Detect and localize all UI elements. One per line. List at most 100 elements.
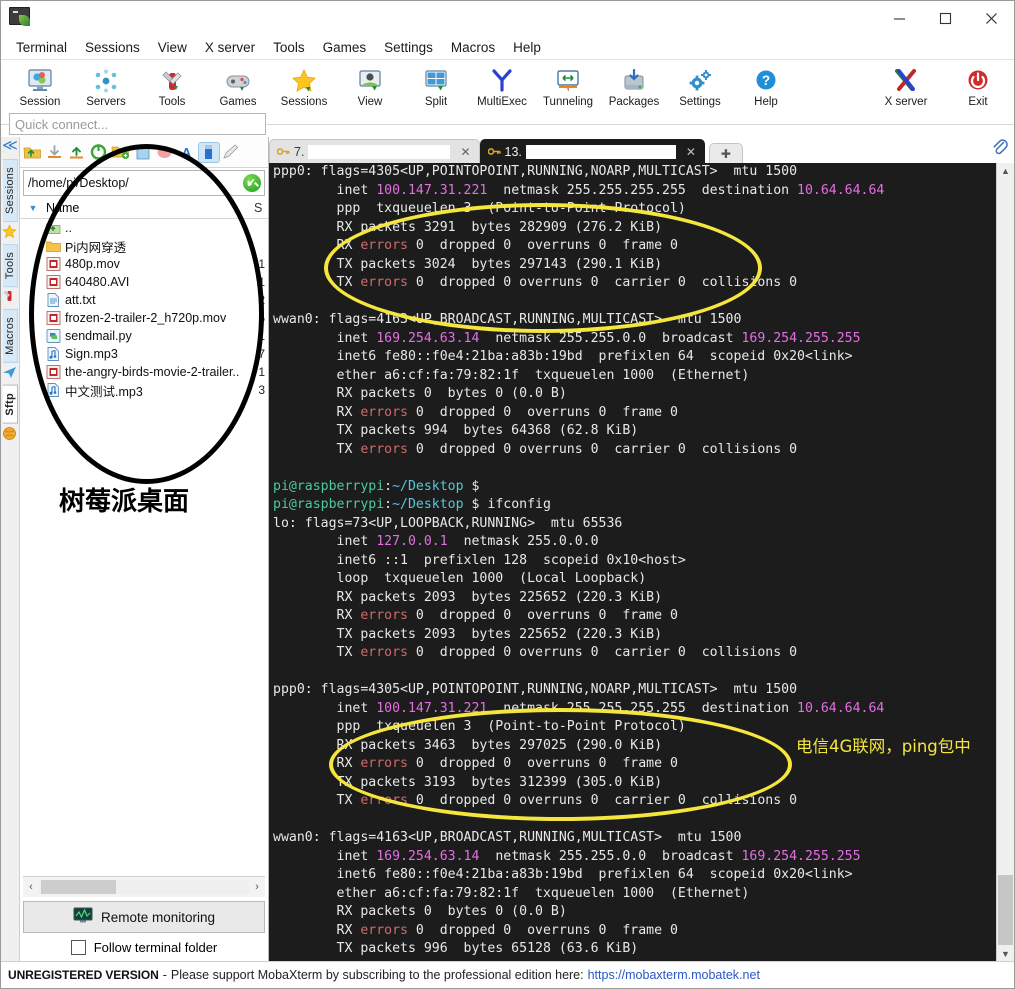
menu-settings[interactable]: Settings: [375, 38, 442, 57]
terminal-line: RX packets 0 bytes 0 (0.0 B): [273, 903, 994, 922]
column-size[interactable]: S: [254, 201, 268, 215]
menu-macros[interactable]: Macros: [442, 38, 504, 57]
toolbar-multiexec[interactable]: MultiExec: [469, 64, 535, 108]
text-mode-icon[interactable]: A: [177, 143, 197, 162]
menu-x-server[interactable]: X server: [196, 38, 264, 57]
go-up-folder-icon[interactable]: [23, 143, 43, 162]
scroll-down-arrow-icon[interactable]: ▼: [997, 946, 1014, 961]
terminal-span: RX: [273, 404, 361, 420]
file-row[interactable]: frozen-2-trailer-2_h720p.mov 5: [20, 309, 268, 327]
terminal-span: errors: [360, 756, 408, 771]
file-row[interactable]: Pi内网穿透: [20, 237, 268, 255]
delete-icon[interactable]: [155, 143, 175, 162]
file-row[interactable]: 480p.mov 1: [20, 255, 268, 273]
menu-sessions[interactable]: Sessions: [76, 38, 149, 57]
toolbar-settings[interactable]: Settings: [667, 64, 733, 108]
terminal-span: 169.254.255.255: [741, 330, 861, 346]
upload-icon[interactable]: [67, 143, 87, 162]
sidebar-item-macros[interactable]: Macros: [2, 309, 18, 364]
toolbar-session[interactable]: Session: [7, 64, 73, 108]
new-tab-button[interactable]: ✚: [708, 143, 743, 163]
sftp-file-list[interactable]: .. Pi内网穿透 480p.mov 1 640480.AVI 1 att.txt 2 froz…: [20, 219, 268, 876]
terminal-span: netmask 255.255.255.255 destination: [487, 182, 798, 198]
mobaxterm-link[interactable]: https://mobaxterm.mobatek.net: [588, 968, 760, 982]
terminal-span: netmask 255.0.0.0: [447, 534, 599, 549]
collapse-sidebar-icon[interactable]: ≪: [2, 138, 18, 153]
menu-tools[interactable]: Tools: [264, 38, 314, 57]
menu-help[interactable]: Help: [504, 38, 550, 57]
file-row[interactable]: 640480.AVI 1: [20, 273, 268, 291]
title-bar: [1, 1, 1014, 35]
globe-icon: [2, 426, 18, 442]
session-icon: [26, 64, 54, 94]
file-row[interactable]: 中文测试.mp3 3: [20, 381, 268, 399]
menu-games[interactable]: Games: [314, 38, 376, 57]
quick-connect-input[interactable]: Quick connect...: [9, 113, 266, 135]
audio-file-icon: [46, 382, 62, 398]
sftp-path-text[interactable]: /home/pi/Desktop/: [24, 176, 243, 190]
toolbar-exit[interactable]: Exit: [948, 64, 1008, 108]
tab-13-close-icon[interactable]: ✕: [686, 145, 696, 159]
close-button[interactable]: [968, 1, 1014, 35]
new-folder-icon[interactable]: [111, 143, 131, 162]
hscroll-left-arrow[interactable]: ‹: [23, 881, 39, 893]
hscroll-track[interactable]: [39, 880, 249, 894]
column-name[interactable]: Name: [46, 201, 254, 215]
terminal-screen[interactable]: ppp0: flags=4305<UP,POINTOPOINT,RUNNING,…: [269, 163, 1014, 961]
terminal-span: 0 dropped 0 overruns 0 frame 0: [407, 922, 678, 938]
follow-terminal-folder-row[interactable]: Follow terminal folder: [23, 940, 265, 955]
paperclip-icon[interactable]: [991, 138, 1008, 160]
menu-view[interactable]: View: [149, 38, 196, 57]
scroll-thumb[interactable]: [998, 875, 1013, 945]
terminal-span: 0 dropped 0 overruns 0 carrier 0 collisi…: [407, 793, 798, 808]
download-icon[interactable]: [45, 143, 65, 162]
menu-terminal[interactable]: Terminal: [7, 38, 76, 57]
terminal-span: netmask 255.255.0.0 broadcast: [479, 848, 742, 864]
maximize-button[interactable]: [922, 1, 968, 35]
scroll-up-arrow-icon[interactable]: ▲: [997, 163, 1014, 178]
file-row[interactable]: sendmail.py 1: [20, 327, 268, 345]
toolbar-view[interactable]: View: [337, 64, 403, 108]
toolbar-help-label: Help: [754, 96, 778, 108]
toolbar-games[interactable]: Games: [205, 64, 271, 108]
terminal-span: 169.254.63.14: [376, 848, 480, 864]
tab-strip: 7. ✕ 13. ✕ ✚: [269, 137, 1014, 163]
toolbar-tunneling[interactable]: Tunneling: [535, 64, 601, 108]
file-row[interactable]: ..: [20, 219, 268, 237]
remote-monitoring-button[interactable]: Remote monitoring: [23, 901, 265, 933]
sort-caret-icon[interactable]: ▼: [20, 203, 46, 213]
toolbar-sessions[interactable]: Sessions: [271, 64, 337, 108]
file-row[interactable]: Sign.mp3 7: [20, 345, 268, 363]
edit-icon[interactable]: [221, 143, 241, 162]
file-row[interactable]: att.txt 2: [20, 291, 268, 309]
terminal-line: TX packets 3193 bytes 312399 (305.0 KiB): [273, 774, 994, 793]
terminal-scrollbar[interactable]: ▲ ▼: [996, 163, 1014, 961]
follow-terminal-checkbox[interactable]: [70, 940, 86, 955]
toolbar-help[interactable]: ? Help: [733, 64, 799, 108]
minimize-button[interactable]: [876, 1, 922, 35]
tab-13[interactable]: 13. ✕: [479, 139, 705, 163]
refresh-icon[interactable]: [89, 143, 109, 162]
toolbar-packages[interactable]: Packages: [601, 64, 667, 108]
tab-7-close-icon[interactable]: ✕: [460, 145, 470, 159]
toolbar-servers[interactable]: Servers: [73, 64, 139, 108]
sidebar-item-tools[interactable]: Tools: [2, 244, 18, 288]
toolbar-tools[interactable]: Tools: [139, 64, 205, 108]
terminal-line: TX packets 996 bytes 65128 (63.6 KiB): [273, 940, 994, 959]
new-file-icon[interactable]: [133, 143, 153, 162]
terminal-span: errors: [360, 793, 408, 808]
toolbar-split[interactable]: Split: [403, 64, 469, 108]
terminal-span: lo: flags=73<UP,LOOPBACK,RUNNING> mtu 65…: [273, 515, 623, 531]
binary-mode-icon[interactable]: [198, 141, 220, 163]
file-row[interactable]: the-angry-birds-movie-2-trailer.. 1: [20, 363, 268, 381]
toolbar-x-server[interactable]: X server: [864, 64, 948, 108]
sidebar-item-sftp[interactable]: Sftp: [2, 385, 18, 424]
sftp-column-header: ▼ Name S: [20, 198, 268, 219]
sftp-path-bar[interactable]: /home/pi/Desktop/ ✓: [23, 170, 265, 196]
sftp-horizontal-scrollbar[interactable]: ‹ ›: [23, 876, 265, 897]
video-file-icon: [46, 364, 62, 380]
sidebar-item-sessions[interactable]: Sessions: [2, 159, 18, 223]
tab-7[interactable]: 7. ✕: [269, 139, 480, 163]
hscroll-thumb[interactable]: [41, 880, 116, 894]
hscroll-right-arrow[interactable]: ›: [249, 881, 265, 893]
